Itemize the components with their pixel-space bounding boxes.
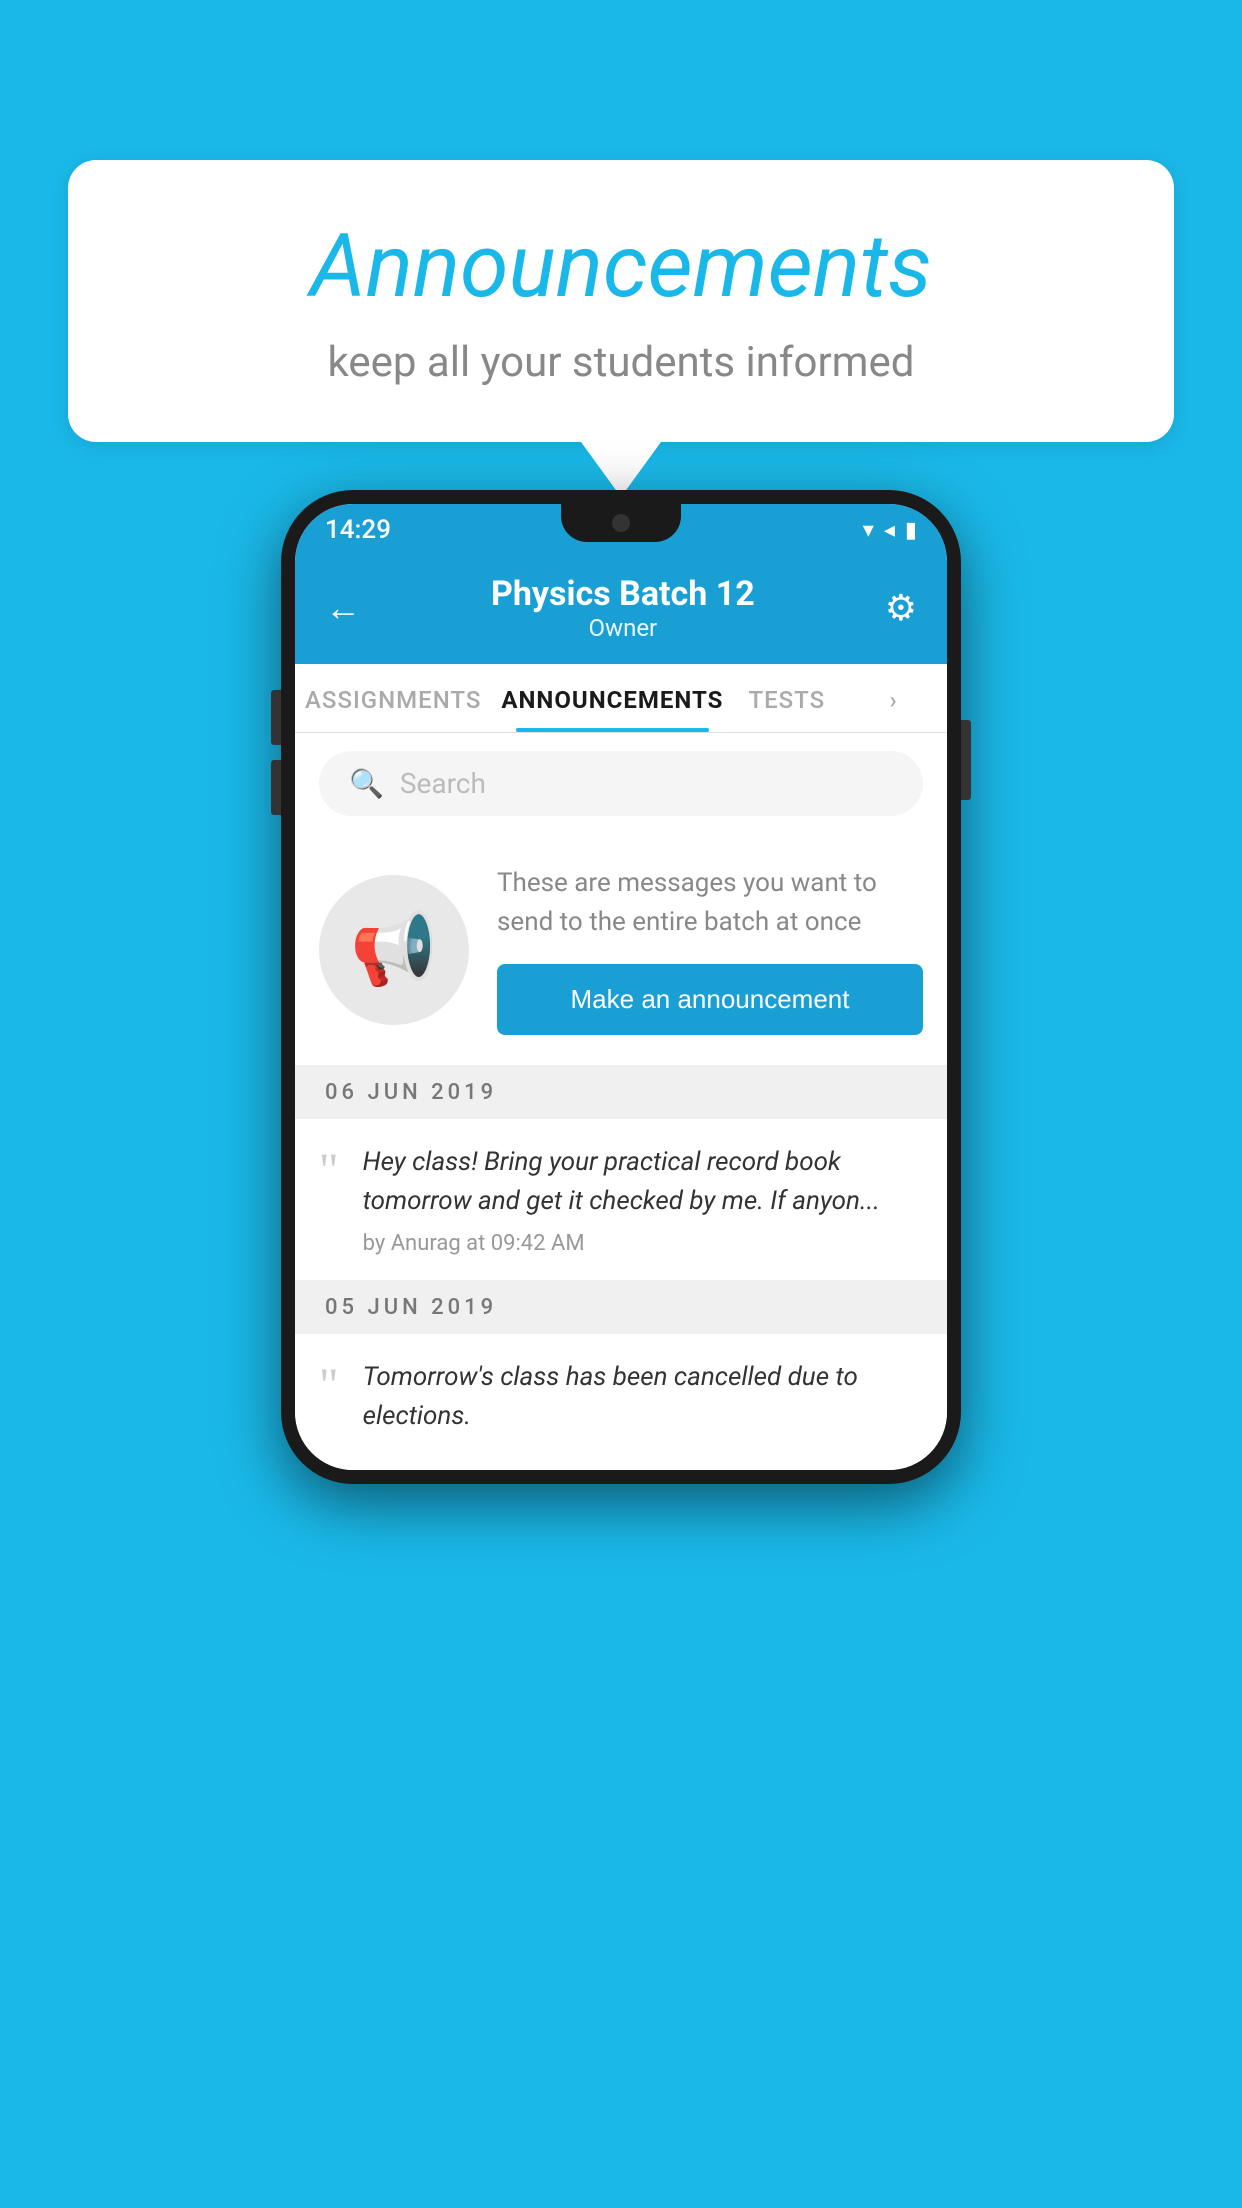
make-announcement-button[interactable]: Make an announcement <box>497 964 923 1035</box>
announcement-intro-card: 📢 These are messages you want to send to… <box>295 834 947 1066</box>
speech-bubble-container: Announcements keep all your students inf… <box>68 160 1174 497</box>
search-icon: 🔍 <box>349 767 384 800</box>
tab-tests[interactable]: TESTS <box>733 664 840 732</box>
volume-button-down[interactable] <box>271 760 281 815</box>
tabs-bar: ASSIGNMENTS ANNOUNCEMENTS TESTS › <box>295 664 947 733</box>
announcement-text-2: Tomorrow's class has been cancelled due … <box>363 1358 923 1436</box>
intro-description: These are messages you want to send to t… <box>497 864 923 942</box>
back-button[interactable]: ← <box>325 587 361 629</box>
volume-button-up[interactable] <box>271 690 281 745</box>
intro-right: These are messages you want to send to t… <box>497 864 923 1035</box>
announcement-item-2[interactable]: " Tomorrow's class has been cancelled du… <box>295 1334 947 1470</box>
announcement-meta-1: by Anurag at 09:42 AM <box>363 1231 923 1256</box>
phone-wrapper: 14:29 ▾ ◂ ▮ ← Physics Batch 12 Owner ⚙ <box>281 490 961 1484</box>
phone-outer: 14:29 ▾ ◂ ▮ ← Physics Batch 12 Owner ⚙ <box>281 490 961 1484</box>
settings-icon[interactable]: ⚙ <box>885 587 917 629</box>
signal-icon: ◂ <box>884 518 895 543</box>
speech-bubble: Announcements keep all your students inf… <box>68 160 1174 442</box>
wifi-icon: ▾ <box>863 518 874 543</box>
announcement-content-2: Tomorrow's class has been cancelled due … <box>363 1358 923 1446</box>
tab-announcements[interactable]: ANNOUNCEMENTS <box>491 664 733 732</box>
speech-bubble-subtitle: keep all your students informed <box>128 338 1114 387</box>
quote-icon-1: " <box>319 1147 339 1195</box>
status-icons: ▾ ◂ ▮ <box>863 518 917 543</box>
megaphone-icon: 📢 <box>350 909 437 991</box>
announcement-text-1: Hey class! Bring your practical record b… <box>363 1143 923 1221</box>
battery-icon: ▮ <box>905 518 917 543</box>
date-separator-1: 06 JUN 2019 <box>295 1066 947 1119</box>
speech-bubble-arrow <box>581 442 661 497</box>
header-title-block: Physics Batch 12 Owner <box>491 574 755 642</box>
megaphone-circle: 📢 <box>319 875 469 1025</box>
notch <box>561 504 681 542</box>
tab-assignments[interactable]: ASSIGNMENTS <box>295 664 491 732</box>
batch-title: Physics Batch 12 <box>491 574 755 614</box>
search-placeholder: Search <box>400 767 486 800</box>
search-box[interactable]: 🔍 Search <box>319 751 923 816</box>
speech-bubble-title: Announcements <box>128 215 1114 318</box>
search-container: 🔍 Search <box>295 733 947 834</box>
tab-more[interactable]: › <box>840 664 947 732</box>
announcement-content-1: Hey class! Bring your practical record b… <box>363 1143 923 1256</box>
batch-subtitle: Owner <box>491 614 755 642</box>
power-button[interactable] <box>961 720 971 800</box>
status-bar: 14:29 ▾ ◂ ▮ <box>295 504 947 556</box>
quote-icon-2: " <box>319 1362 339 1410</box>
status-time: 14:29 <box>325 515 391 545</box>
announcement-item-1[interactable]: " Hey class! Bring your practical record… <box>295 1119 947 1281</box>
date-separator-2: 05 JUN 2019 <box>295 1281 947 1334</box>
app-header: ← Physics Batch 12 Owner ⚙ <box>295 556 947 664</box>
camera <box>612 514 630 532</box>
phone-screen: 14:29 ▾ ◂ ▮ ← Physics Batch 12 Owner ⚙ <box>295 504 947 1470</box>
